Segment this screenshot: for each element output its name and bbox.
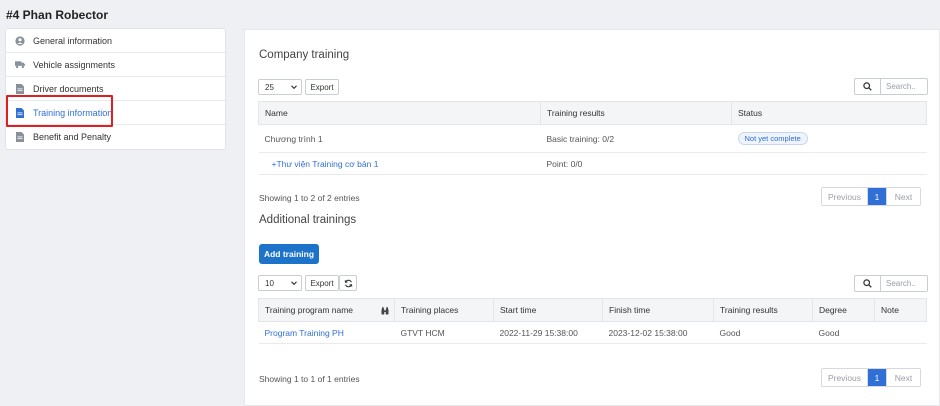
search-box bbox=[854, 275, 928, 292]
previous-button[interactable]: Previous bbox=[822, 369, 868, 386]
company-training-title: Company training bbox=[259, 49, 350, 61]
user-circle-icon bbox=[15, 35, 25, 46]
page-title: #4 Phan Robector bbox=[6, 8, 109, 22]
column-header[interactable]: Training results bbox=[540, 101, 732, 125]
sidebar: General information Vehicle assignments … bbox=[5, 28, 226, 150]
search-icon[interactable] bbox=[855, 276, 881, 291]
page-size-select[interactable]: 10 bbox=[258, 275, 302, 291]
document-icon bbox=[15, 83, 25, 94]
page-size-select[interactable]: 25 bbox=[258, 79, 302, 95]
next-button[interactable]: Next bbox=[886, 188, 920, 205]
main-panel: Company training 25 Export Name Training… bbox=[244, 29, 940, 406]
start-time: 2022-11-29 15:38:00 bbox=[493, 321, 603, 344]
additional-trainings-table: Training program name Training places St… bbox=[258, 298, 927, 344]
column-header[interactable]: Training program name bbox=[258, 298, 395, 322]
sidebar-item-general-information[interactable]: General information bbox=[6, 29, 225, 53]
sidebar-item-label: Benefit and Penalty bbox=[33, 132, 112, 142]
previous-button[interactable]: Previous bbox=[822, 188, 868, 205]
truck-icon bbox=[15, 60, 25, 70]
column-header[interactable]: Status bbox=[731, 101, 927, 125]
search-input[interactable] bbox=[881, 276, 927, 291]
search-box bbox=[854, 78, 928, 95]
table-row: Program Training PH GTVT HCM 2022-11-29 … bbox=[258, 321, 927, 344]
column-header[interactable]: Training results bbox=[713, 298, 813, 322]
document-icon bbox=[15, 107, 25, 118]
training-name: Chương trình 1 bbox=[258, 124, 541, 153]
column-header[interactable]: Note bbox=[874, 298, 927, 322]
page-number-button[interactable]: 1 bbox=[868, 369, 886, 386]
sidebar-item-label: Driver documents bbox=[33, 83, 104, 94]
add-training-button[interactable]: Add training bbox=[259, 244, 319, 264]
table-row: +Thư viện Training cơ bản 1 Point: 0/0 bbox=[258, 152, 927, 175]
training-result: Point: 0/0 bbox=[540, 152, 732, 175]
export-button[interactable]: Export bbox=[305, 275, 339, 291]
export-button[interactable]: Export bbox=[305, 79, 339, 95]
training-result: Basic training: 0/2 bbox=[540, 124, 732, 153]
column-header[interactable]: Degree bbox=[812, 298, 875, 322]
binoculars-icon[interactable] bbox=[381, 307, 389, 315]
entries-info: Showing 1 to 2 of 2 entries bbox=[259, 193, 360, 203]
degree: Good bbox=[812, 321, 875, 344]
document-icon bbox=[15, 132, 25, 142]
finish-time: 2023-12-02 15:38:00 bbox=[602, 321, 714, 344]
sidebar-item-label: General information bbox=[33, 35, 113, 46]
search-input[interactable] bbox=[881, 79, 927, 94]
pagination: Previous 1 Next bbox=[821, 187, 921, 206]
column-header[interactable]: Training places bbox=[394, 298, 494, 322]
training-result: Good bbox=[713, 321, 813, 344]
status-badge: Not yet complete bbox=[737, 132, 808, 145]
chevron-down-icon bbox=[291, 281, 297, 286]
sidebar-item-benefit-and-penalty[interactable]: Benefit and Penalty bbox=[6, 125, 225, 149]
sidebar-item-label: Training information bbox=[33, 107, 113, 118]
column-header[interactable]: Finish time bbox=[602, 298, 714, 322]
additional-trainings-title: Additional trainings bbox=[259, 214, 357, 226]
table-row: Chương trình 1 Basic training: 0/2 Not y… bbox=[258, 124, 927, 153]
pagination: Previous 1 Next bbox=[821, 368, 921, 387]
column-header[interactable]: Name bbox=[258, 101, 541, 125]
sidebar-item-driver-documents[interactable]: Driver documents bbox=[6, 77, 225, 101]
page-number-button[interactable]: 1 bbox=[868, 188, 886, 205]
column-header[interactable]: Start time bbox=[493, 298, 603, 322]
chevron-down-icon bbox=[291, 85, 297, 90]
search-icon[interactable] bbox=[855, 79, 881, 94]
sidebar-item-vehicle-assignments[interactable]: Vehicle assignments bbox=[6, 53, 225, 77]
next-button[interactable]: Next bbox=[886, 369, 920, 386]
training-library-link[interactable]: +Thư viện Training cơ bản 1 bbox=[272, 159, 379, 169]
sidebar-item-label: Vehicle assignments bbox=[33, 59, 116, 70]
refresh-icon[interactable] bbox=[339, 275, 357, 291]
program-name-link[interactable]: Program Training PH bbox=[265, 328, 344, 338]
note bbox=[874, 321, 927, 344]
company-training-table: Name Training results Status Chương trìn… bbox=[258, 101, 927, 175]
training-place: GTVT HCM bbox=[394, 321, 494, 344]
sidebar-item-training-information[interactable]: Training information bbox=[6, 101, 225, 125]
entries-info: Showing 1 to 1 of 1 entries bbox=[259, 374, 360, 384]
